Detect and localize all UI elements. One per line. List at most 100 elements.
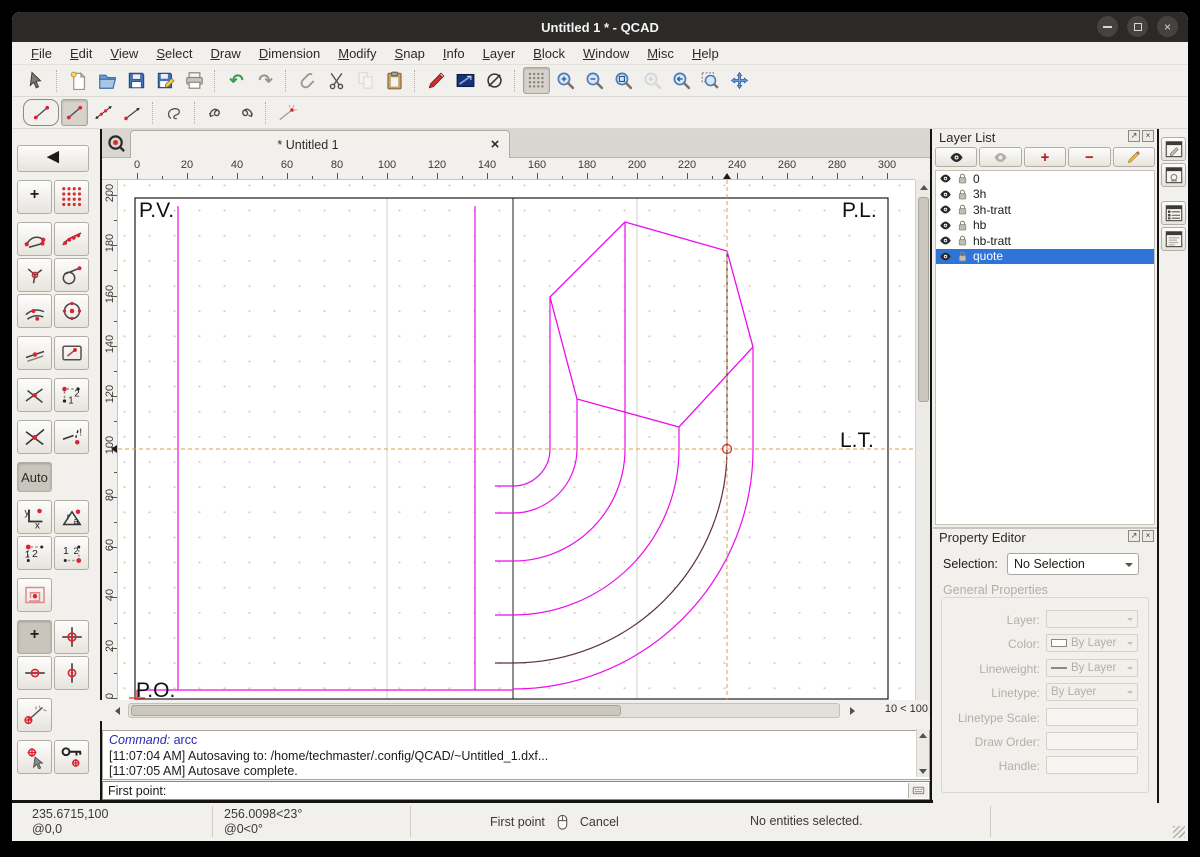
property-handle--control[interactable]	[1046, 756, 1138, 774]
menu-select[interactable]: Select	[147, 44, 201, 63]
menu-window[interactable]: Window	[574, 44, 638, 63]
show-active-layer-button[interactable]	[979, 147, 1021, 167]
save-as-button[interactable]	[152, 67, 179, 94]
scroll-left-button[interactable]	[110, 703, 125, 718]
line-tools-button[interactable]	[23, 99, 59, 126]
snap-tangent-button[interactable]	[54, 258, 89, 292]
set-relative-zero-button[interactable]	[17, 740, 52, 774]
menu-file[interactable]: File	[22, 44, 61, 63]
open-folder-button[interactable]	[94, 67, 121, 94]
vscroll-thumb[interactable]	[918, 197, 929, 402]
command-history[interactable]: Command: arcc[11:07:04 AM] Autosaving to…	[102, 730, 930, 780]
history-scroll-down-button[interactable]	[916, 765, 929, 777]
layer-row-quote[interactable]: quote	[936, 249, 1154, 265]
property-lineweight--control[interactable]: By Layer	[1046, 659, 1138, 677]
close-button[interactable]: ×	[1157, 16, 1178, 37]
resize-grip[interactable]	[1173, 826, 1185, 838]
tab-close-button[interactable]: ×	[485, 135, 505, 155]
auto-snap-button[interactable]: Auto	[17, 462, 52, 492]
snap-intersection-button[interactable]	[17, 378, 52, 412]
layer-row-hb-tratt[interactable]: hb-tratt	[936, 233, 1154, 249]
layer-lock-icon[interactable]	[956, 234, 969, 247]
restrict-vertical-button[interactable]	[54, 656, 89, 690]
close-panel-button[interactable]: ×	[1142, 530, 1154, 542]
drawing-svg[interactable]: P.V.P.L.L.T.P.O.	[118, 180, 915, 700]
menu-block[interactable]: Block	[524, 44, 574, 63]
property-editor-dock-button[interactable]	[1161, 137, 1186, 161]
float-panel-button[interactable]: ↗	[1128, 530, 1140, 542]
zoom-in-disabled-button[interactable]	[639, 67, 666, 94]
layer-lock-icon[interactable]	[956, 250, 969, 263]
snap-endpoints-button[interactable]	[17, 222, 52, 256]
layer-row-hb[interactable]: hb	[936, 218, 1154, 234]
coord-polar-button[interactable]: ra	[54, 500, 89, 534]
menu-layer[interactable]: Layer	[474, 44, 525, 63]
add-layer-button[interactable]: +	[1024, 147, 1066, 167]
command-history-scrollbar[interactable]	[916, 729, 929, 777]
spline-tool-button[interactable]	[203, 99, 230, 126]
snap-reference-button[interactable]	[54, 336, 89, 370]
snap-center-button[interactable]	[54, 294, 89, 328]
document-tab[interactable]: * Untitled 1 ×	[130, 130, 510, 158]
zoom-in-button[interactable]	[552, 67, 579, 94]
cut-button[interactable]	[323, 67, 350, 94]
grid-toggle-button[interactable]	[523, 67, 550, 94]
property-draw-order--control[interactable]	[1046, 732, 1138, 750]
float-panel-button[interactable]: ↗	[1128, 130, 1140, 142]
snap-on-entity-button[interactable]	[54, 222, 89, 256]
layer-lock-icon[interactable]	[956, 203, 969, 216]
layer-visibility-icon[interactable]	[939, 219, 952, 232]
remove-layer-button[interactable]: −	[1068, 147, 1110, 167]
spline-tool-2-button[interactable]	[232, 99, 259, 126]
save-button[interactable]	[123, 67, 150, 94]
layer-row-0[interactable]: 0	[936, 171, 1154, 187]
block-list-dock-button[interactable]	[1161, 163, 1186, 187]
layer-lock-icon[interactable]	[956, 188, 969, 201]
close-panel-button[interactable]: ×	[1142, 130, 1154, 142]
drawing-canvas[interactable]: P.V.P.L.L.T.P.O.	[118, 180, 915, 700]
restrict-horizontal-button[interactable]	[17, 656, 52, 690]
vertical-scrollbar[interactable]	[915, 180, 930, 715]
cursor-button[interactable]	[23, 67, 50, 94]
hscroll-track[interactable]	[128, 703, 840, 718]
restrict-orthogonal-button[interactable]	[54, 620, 89, 654]
selection-combobox[interactable]: No Selection	[1007, 553, 1139, 575]
horizontal-scrollbar[interactable]: 10 < 100	[100, 700, 928, 721]
pan-button[interactable]	[726, 67, 753, 94]
layer-visibility-icon[interactable]	[939, 172, 952, 185]
layer-visibility-icon[interactable]	[939, 203, 952, 216]
history-scroll-up-button[interactable]	[916, 729, 929, 741]
edit-layer-button[interactable]	[1113, 147, 1155, 167]
property-color--control[interactable]: By Layer	[1046, 634, 1138, 652]
zoom-auto-button[interactable]	[610, 67, 637, 94]
undo-button[interactable]: ↶	[223, 67, 250, 94]
snap-intersection-auto-button[interactable]	[17, 258, 52, 292]
back-button[interactable]: ◀	[17, 145, 89, 172]
zoom-out-button[interactable]	[581, 67, 608, 94]
layer-list-dock-button[interactable]	[1161, 201, 1186, 225]
keyboard-toggle-button[interactable]	[908, 783, 928, 798]
scroll-right-button[interactable]	[845, 703, 860, 718]
coord-relative-button[interactable]: 21	[17, 536, 52, 570]
menu-dimension[interactable]: Dimension	[250, 44, 329, 63]
new-file-button[interactable]	[65, 67, 92, 94]
line-settings-button[interactable]	[452, 67, 479, 94]
zoom-previous-button[interactable]	[668, 67, 695, 94]
menu-view[interactable]: View	[101, 44, 147, 63]
command-line-dock-button[interactable]	[1161, 227, 1186, 251]
angle-measure-button[interactable]	[17, 698, 52, 732]
menu-modify[interactable]: Modify	[329, 44, 385, 63]
layer-row-3h-tratt[interactable]: 3h-tratt	[936, 202, 1154, 218]
minimize-button[interactable]	[1097, 16, 1118, 37]
menu-snap[interactable]: Snap	[386, 44, 434, 63]
paste-button[interactable]	[381, 67, 408, 94]
snap-reference-points-button[interactable]	[17, 578, 52, 612]
hscroll-thumb[interactable]	[131, 705, 621, 716]
layer-lock-icon[interactable]	[956, 219, 969, 232]
coord-cartesian-button[interactable]: yx	[17, 500, 52, 534]
redo-button[interactable]: ↷	[252, 67, 279, 94]
ray-button[interactable]	[119, 99, 146, 126]
layer-visibility-icon[interactable]	[939, 234, 952, 247]
layer-lock-icon[interactable]	[956, 172, 969, 185]
layer-row-3h[interactable]: 3h	[936, 187, 1154, 203]
